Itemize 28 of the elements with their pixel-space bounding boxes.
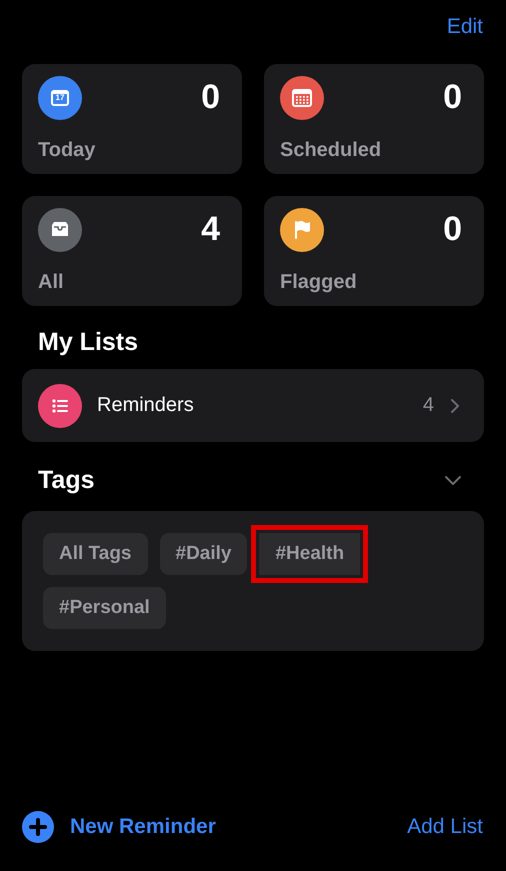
list-row[interactable]: Reminders 4 [22, 369, 484, 442]
tag-chip[interactable]: #Health [259, 533, 360, 575]
smart-list-card[interactable]: 17 0 Today [22, 64, 242, 174]
smart-list-card[interactable]: 0 Flagged [264, 196, 484, 306]
count-label: 4 [201, 212, 220, 246]
list-title: Flagged [280, 271, 358, 294]
smart-list-card[interactable]: 0 Scheduled [264, 64, 484, 174]
new-reminder-button[interactable]: New Reminder [22, 811, 216, 843]
tag-chip[interactable]: #Personal [43, 587, 166, 629]
chevron-down-icon[interactable] [444, 474, 462, 486]
tag-chip[interactable]: All Tags [43, 533, 148, 575]
chevron-right-icon [450, 398, 460, 414]
edit-button[interactable]: Edit [446, 15, 483, 50]
calendar-icon: 17 [38, 76, 82, 120]
list-name: Reminders [97, 394, 195, 417]
plus-icon [22, 811, 54, 843]
count-label: 0 [443, 80, 462, 114]
count-label: 0 [443, 212, 462, 246]
tag-chip[interactable]: #Daily [160, 533, 248, 575]
section-heading: Tags [38, 466, 94, 495]
count-label: 0 [201, 80, 220, 114]
smart-list-card[interactable]: 4 All [22, 196, 242, 306]
list-title: All [38, 271, 65, 294]
list-title: Scheduled [280, 139, 382, 162]
item-count: 4 [422, 394, 434, 417]
list-title: Today [38, 139, 96, 162]
section-heading: My Lists [38, 328, 140, 357]
add-list-button[interactable]: Add List [407, 815, 483, 839]
